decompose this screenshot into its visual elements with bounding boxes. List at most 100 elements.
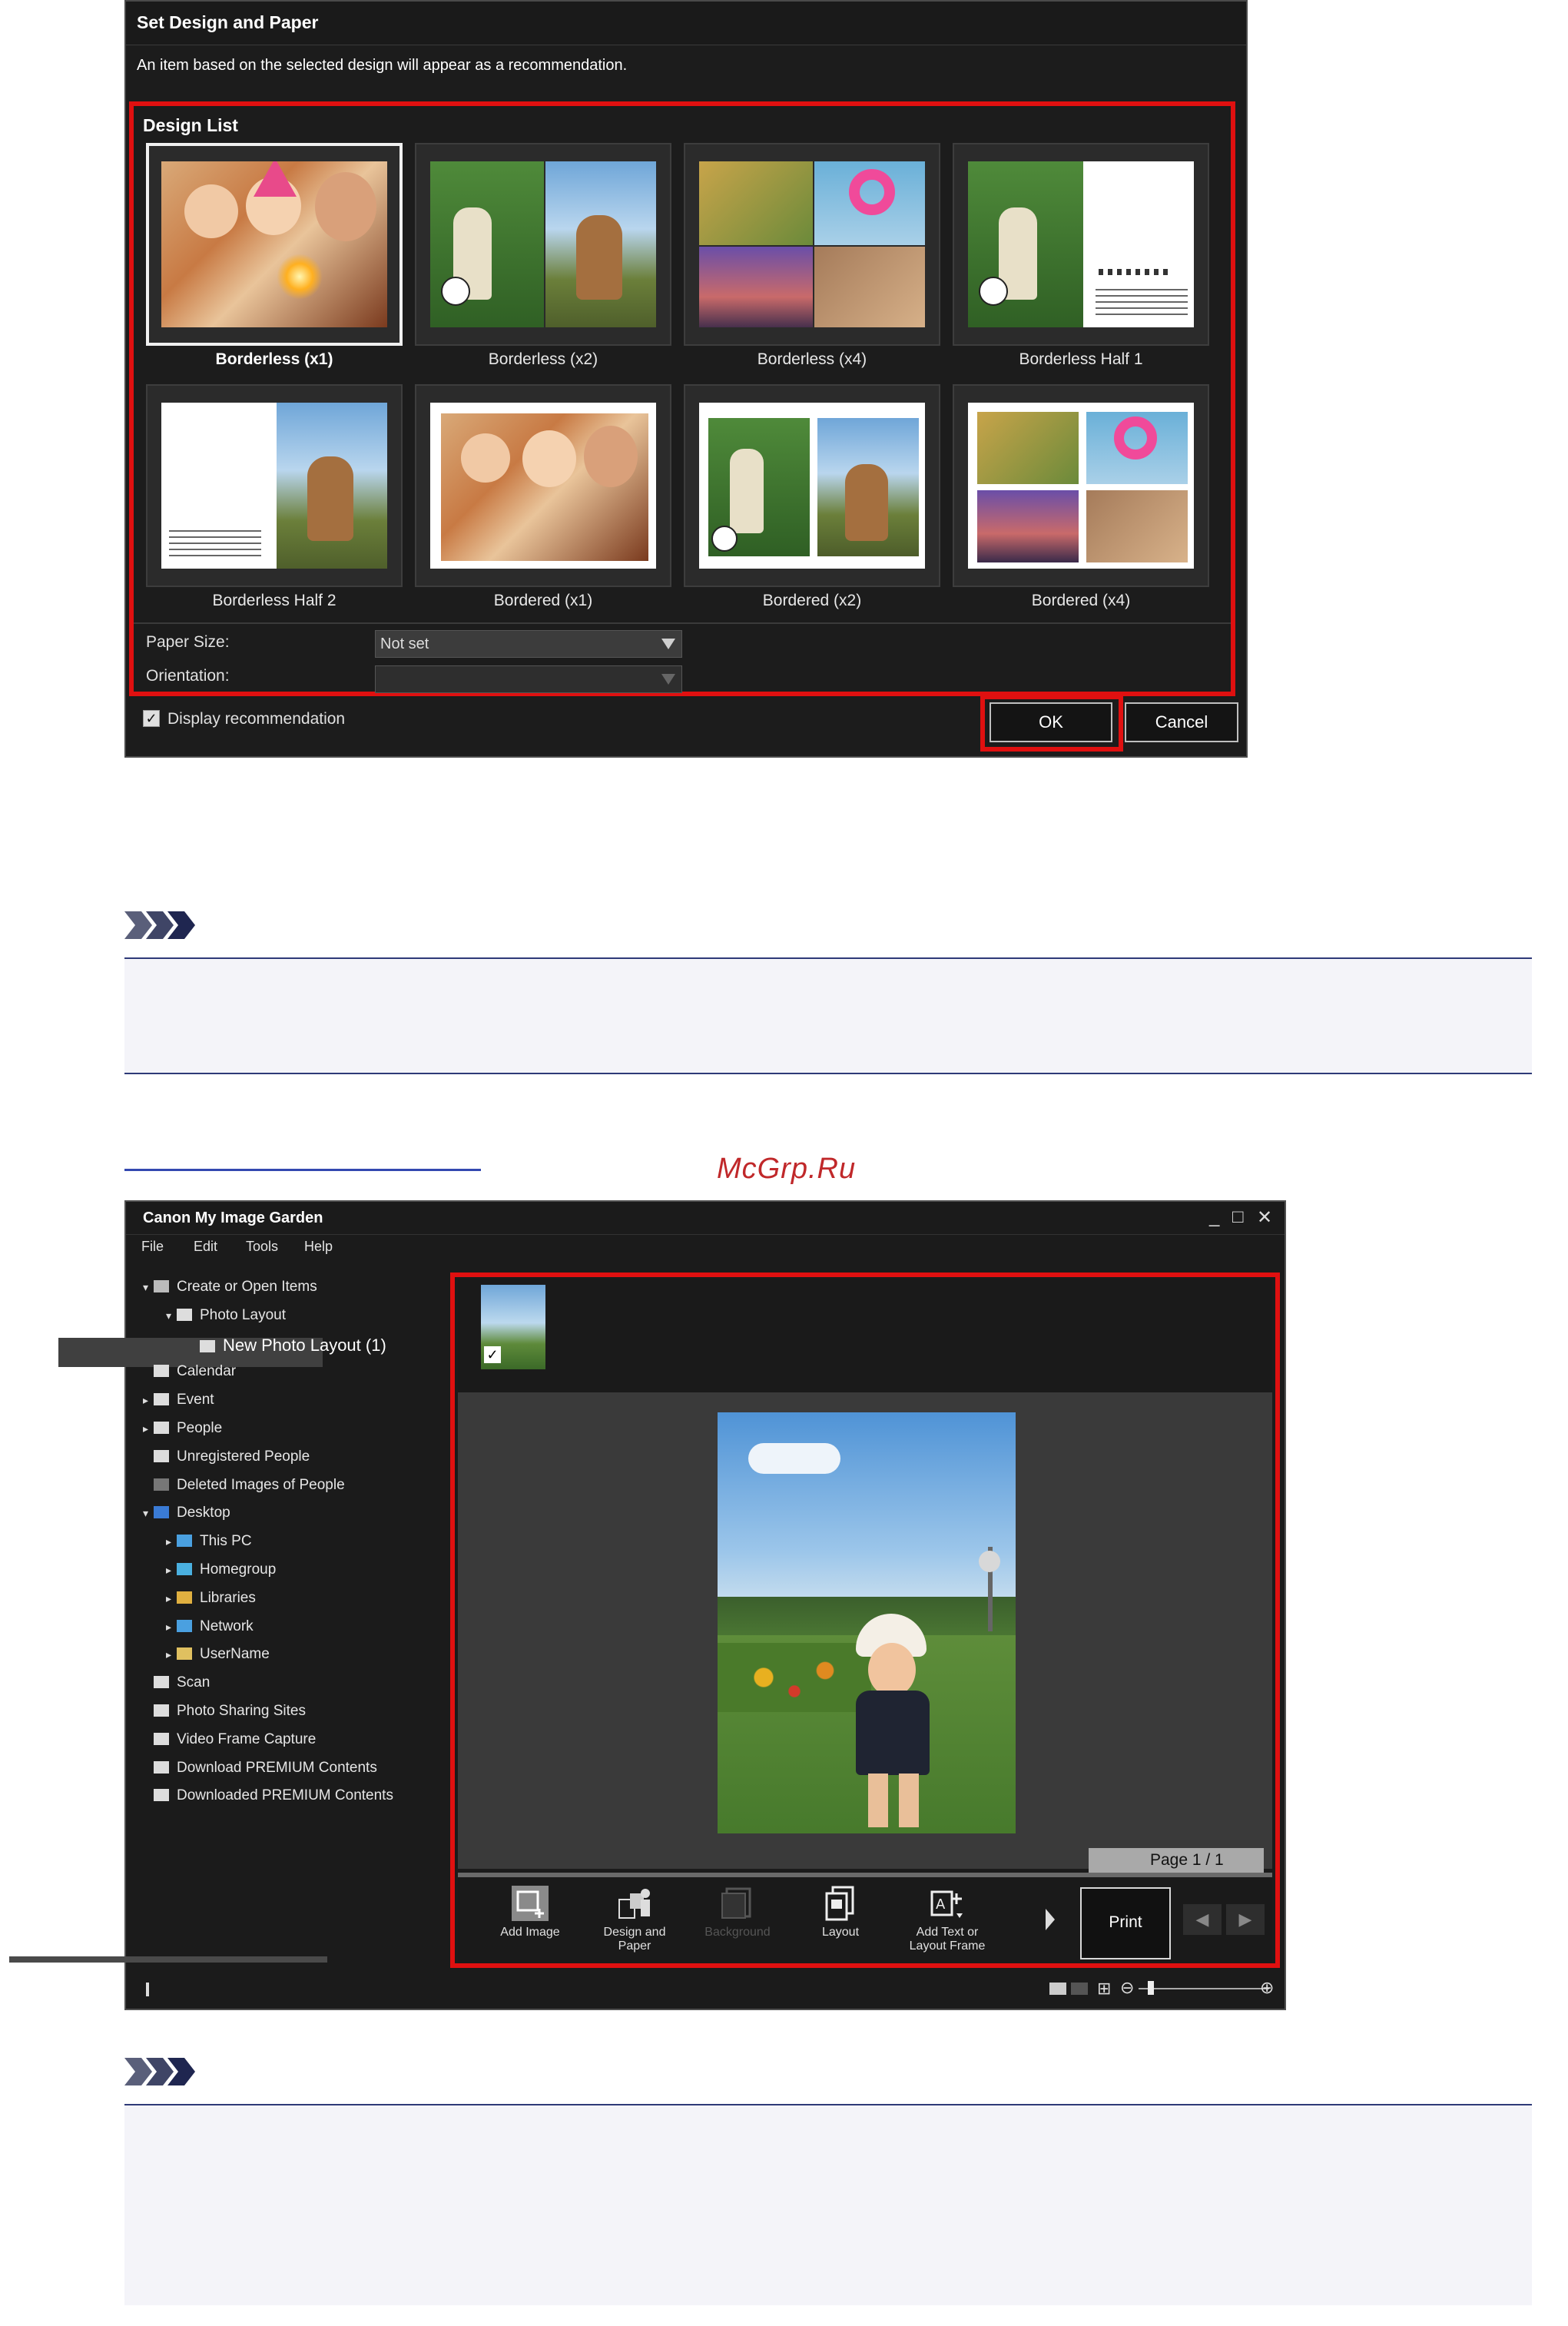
design-label: Borderless Half 2: [212, 592, 336, 609]
sidebar-item-label: Video Frame Capture: [177, 1730, 317, 1747]
orientation-select[interactable]: [375, 665, 682, 693]
network-icon: [177, 1619, 192, 1632]
sidebar-item[interactable]: ▸ This PC: [166, 1533, 252, 1550]
sidebar-item[interactable]: Calendar: [143, 1363, 236, 1380]
design-bordered-x2[interactable]: Bordered (x2): [684, 384, 940, 612]
design-thumbnail: [684, 384, 940, 587]
collapse-arrow-icon[interactable]: ▸: [166, 1592, 177, 1605]
sidebar-item-label: New Photo Layout (1): [223, 1335, 386, 1355]
sidebar-item[interactable]: Unregistered People: [143, 1448, 310, 1465]
sidebar-item[interactable]: ▾ Desktop: [143, 1505, 230, 1521]
collapse-arrow-icon[interactable]: ▸: [166, 1564, 177, 1577]
cancel-button[interactable]: Cancel: [1125, 702, 1238, 742]
design-label: Borderless (x1): [215, 350, 333, 368]
fit-view-icon[interactable]: ⊞: [1097, 1980, 1114, 1997]
note-icon: [124, 911, 195, 939]
sidebar-item-label: Deleted Images of People: [177, 1476, 345, 1493]
sidebar-item[interactable]: ▸ Libraries: [166, 1590, 256, 1607]
expand-arrow-icon[interactable]: ▾: [143, 1281, 154, 1294]
layout-item-icon: [200, 1339, 215, 1352]
sidebar-item-label: Libraries: [200, 1589, 256, 1606]
info-icon[interactable]: [146, 1983, 149, 1996]
design-thumbnail: [953, 143, 1209, 346]
this-pc-icon: [177, 1535, 192, 1548]
note-box: [124, 2104, 1532, 2305]
event-icon: [154, 1393, 169, 1406]
collapse-arrow-icon[interactable]: ▸: [143, 1422, 154, 1435]
sidebar-item[interactable]: ▸ UserName: [166, 1646, 270, 1663]
design-borderless-half-1[interactable]: Borderless Half 1: [953, 143, 1209, 370]
display-recommendation-label: Display recommendation: [167, 710, 346, 728]
ok-button[interactable]: OK: [990, 702, 1112, 742]
minimize-icon[interactable]: _: [1209, 1206, 1219, 1228]
sidebar-item[interactable]: ▾ Photo Layout: [166, 1307, 286, 1324]
design-bordered-x4[interactable]: Bordered (x4): [953, 384, 1209, 612]
link-underline[interactable]: [124, 1169, 481, 1171]
view-single-icon[interactable]: [1049, 1983, 1066, 1995]
menu-tools[interactable]: Tools: [246, 1239, 278, 1255]
edit-area-highlight: [450, 1272, 1280, 1968]
design-thumbnail: [684, 143, 940, 346]
watermark: McGrp.Ru: [717, 1153, 857, 1185]
sidebar-item[interactable]: Video Frame Capture: [143, 1731, 316, 1748]
people-icon: [154, 1422, 169, 1434]
design-label: Borderless Half 1: [1019, 350, 1143, 368]
design-bordered-x1[interactable]: Bordered (x1): [415, 384, 671, 612]
collapse-arrow-icon[interactable]: ▸: [166, 1621, 177, 1634]
design-thumbnail: [953, 384, 1209, 587]
sidebar-item[interactable]: Download PREMIUM Contents: [143, 1760, 377, 1777]
collapse-arrow-icon[interactable]: ▸: [166, 1648, 177, 1661]
sidebar-item[interactable]: New Photo Layout (1): [189, 1336, 386, 1355]
sidebar-scrollbar[interactable]: [9, 1956, 327, 1963]
folder-icon: [154, 1789, 169, 1802]
sidebar-item[interactable]: Scan: [143, 1674, 210, 1691]
sidebar-item[interactable]: Photo Sharing Sites: [143, 1703, 306, 1720]
collapse-arrow-icon[interactable]: ▸: [166, 1535, 177, 1548]
design-borderless-x2[interactable]: Borderless (x2): [415, 143, 671, 370]
paper-size-label: Paper Size:: [146, 633, 230, 651]
sidebar-item-label: UserName: [200, 1646, 270, 1663]
expand-arrow-icon[interactable]: ▾: [166, 1309, 177, 1322]
sidebar-item-label: Unregistered People: [177, 1448, 310, 1465]
download-icon: [154, 1760, 169, 1774]
app-title-bar: Canon My Image Garden _ □ ✕: [126, 1202, 1285, 1235]
sidebar-item-label: Photo Sharing Sites: [177, 1703, 306, 1719]
zoom-out-icon[interactable]: ⊖: [1120, 1979, 1137, 1996]
design-borderless-x4[interactable]: Borderless (x4): [684, 143, 940, 370]
sidebar-item-label: Scan: [177, 1674, 211, 1691]
maximize-icon[interactable]: □: [1232, 1206, 1244, 1228]
close-icon[interactable]: ✕: [1257, 1206, 1272, 1229]
sidebar-item[interactable]: ▸ Homegroup: [166, 1561, 276, 1578]
view-multiple-icon[interactable]: [1071, 1983, 1088, 1995]
sidebar-item[interactable]: Deleted Images of People: [143, 1477, 345, 1494]
paper-separator: [134, 622, 1231, 624]
unregistered-people-icon: [154, 1449, 169, 1462]
sidebar-item[interactable]: ▾ Create or Open Items: [143, 1279, 317, 1296]
sidebar-item[interactable]: ▸ Network: [166, 1618, 254, 1635]
zoom-slider[interactable]: [1139, 1988, 1269, 1989]
sidebar-item[interactable]: ▸ People: [143, 1420, 222, 1437]
photo-layout-icon: [177, 1308, 192, 1321]
sidebar-item[interactable]: Downloaded PREMIUM Contents: [143, 1787, 393, 1804]
sidebar-item-label: Homegroup: [200, 1561, 277, 1578]
display-recommendation-checkbox[interactable]: ✓: [143, 710, 160, 727]
design-borderless-x1[interactable]: Borderless (x1): [146, 143, 403, 370]
zoom-slider-handle[interactable]: [1148, 1981, 1154, 1995]
menu-bar: File Edit Tools Help: [126, 1234, 1285, 1259]
expand-arrow-icon[interactable]: ▾: [143, 1507, 154, 1520]
sidebar-item[interactable]: ▸ Event: [143, 1392, 214, 1409]
set-design-and-paper-dialog: Set Design and Paper An item based on th…: [124, 0, 1248, 758]
sidebar-item-label: Desktop: [177, 1505, 230, 1521]
menu-file[interactable]: File: [141, 1239, 164, 1255]
homegroup-icon: [177, 1563, 192, 1575]
paper-size-select[interactable]: Not set: [375, 630, 682, 658]
design-thumbnail: [415, 143, 671, 346]
design-label: Bordered (x2): [762, 592, 862, 609]
design-borderless-half-2[interactable]: Borderless Half 2: [146, 384, 403, 612]
sidebar-item-label: This PC: [200, 1533, 252, 1550]
collapse-arrow-icon[interactable]: ▸: [143, 1394, 154, 1407]
orientation-label: Orientation:: [146, 667, 230, 685]
menu-help[interactable]: Help: [304, 1239, 333, 1255]
zoom-in-icon[interactable]: ⊕: [1260, 1979, 1277, 1996]
menu-edit[interactable]: Edit: [194, 1239, 217, 1255]
